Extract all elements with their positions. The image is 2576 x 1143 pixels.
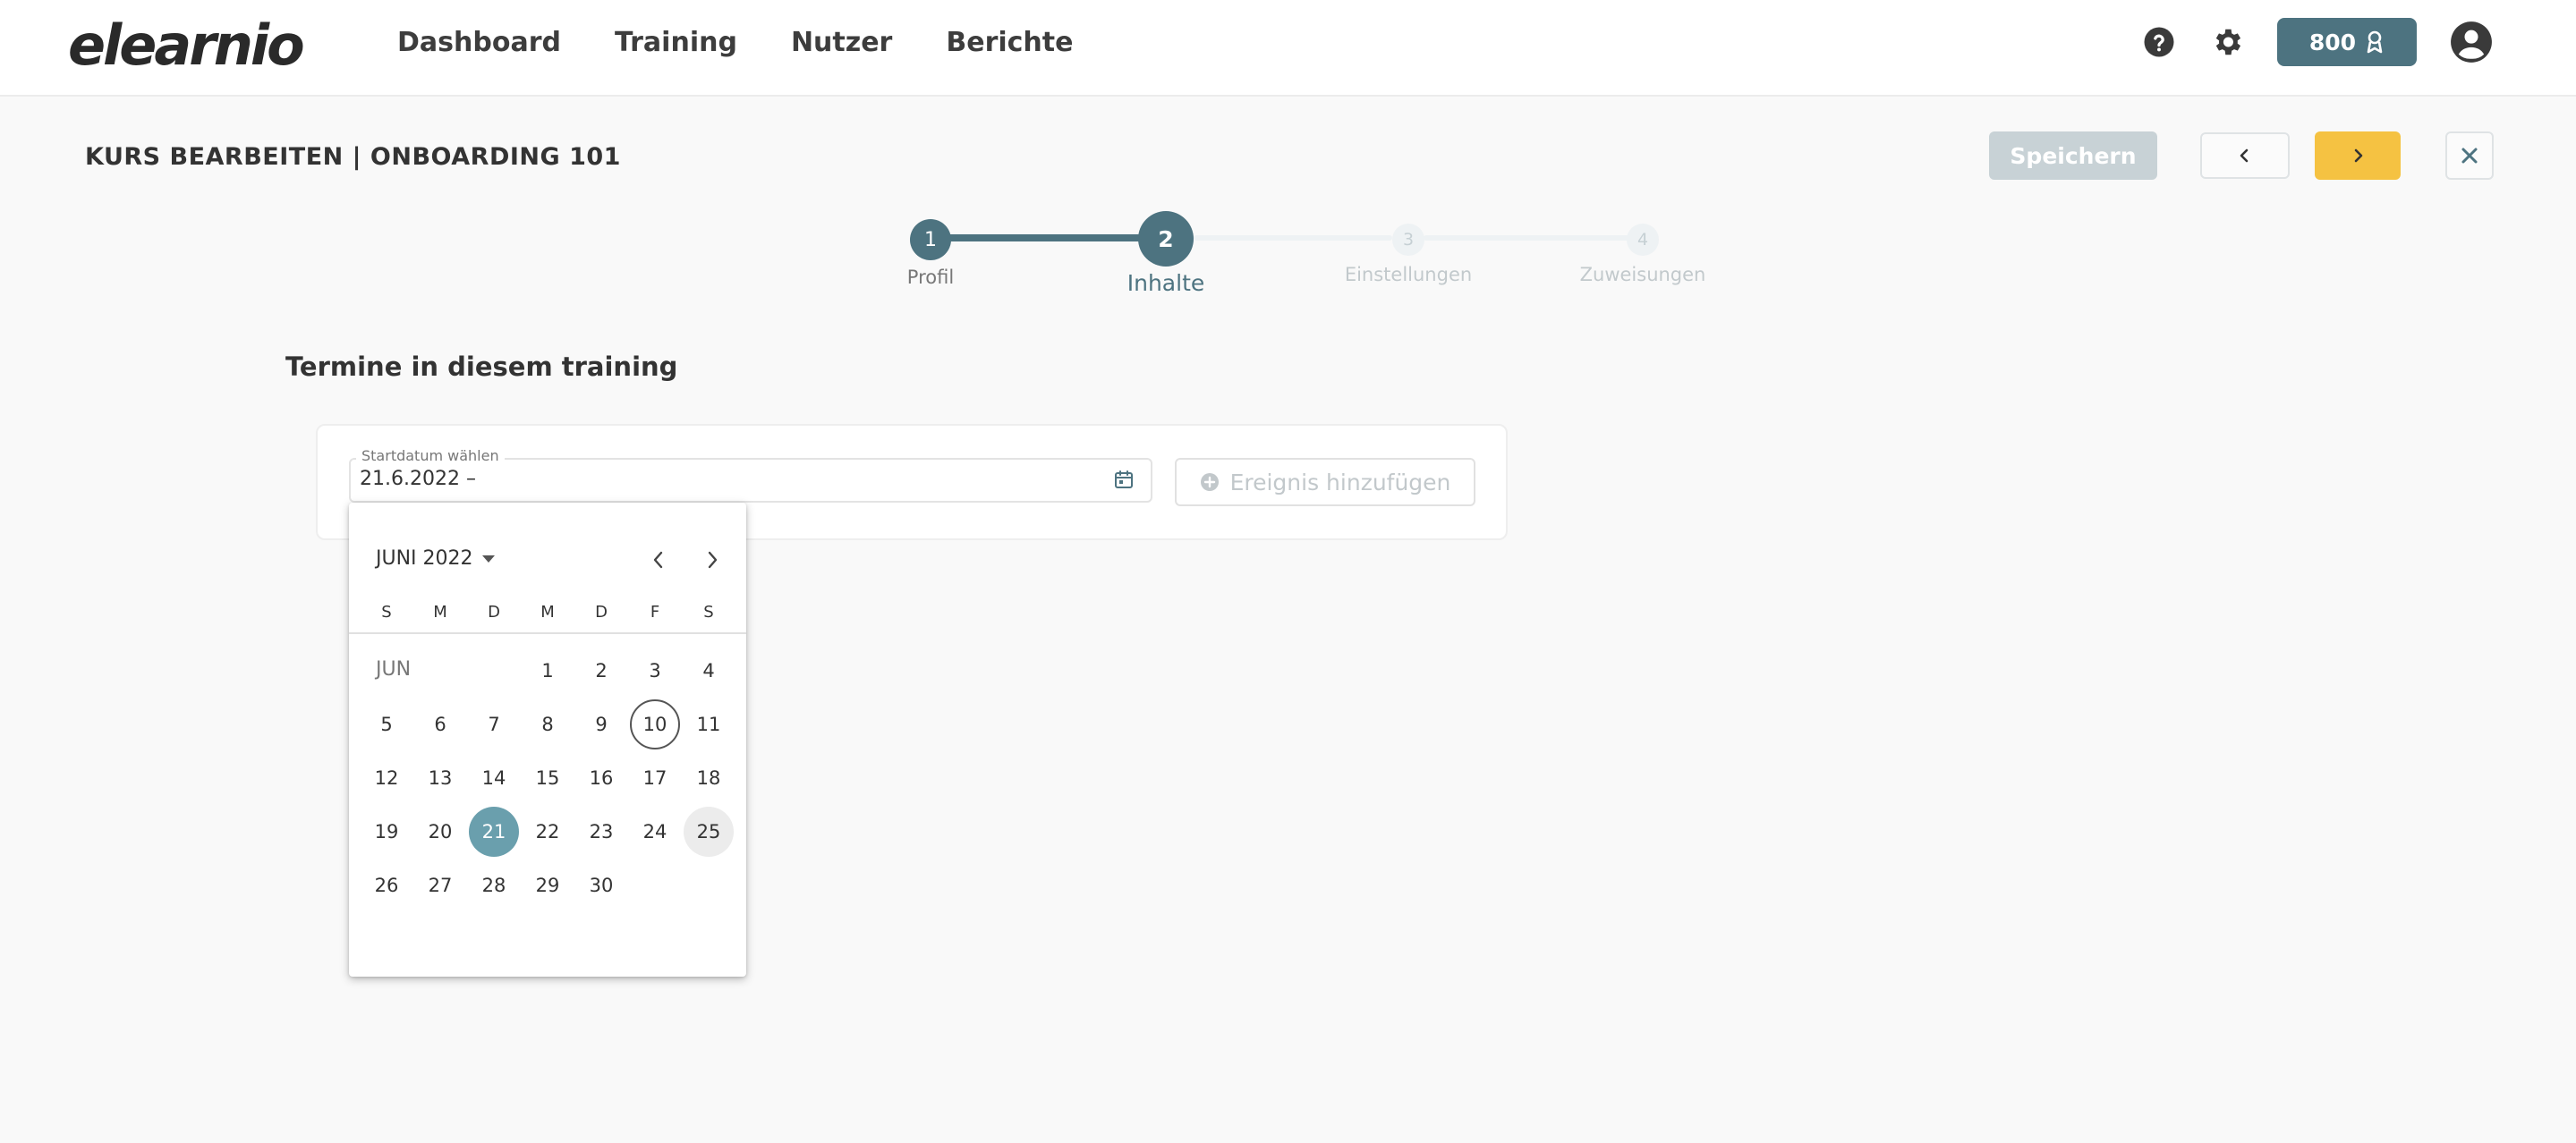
calendar-day[interactable]: 24 xyxy=(630,807,680,857)
logo[interactable]: elearnio xyxy=(68,13,305,78)
chevron-left-icon xyxy=(653,551,663,569)
calendar-day[interactable]: 29 xyxy=(523,860,573,910)
caret-down-icon xyxy=(481,555,495,563)
calendar-day[interactable]: 25 xyxy=(684,807,734,857)
datepicker-popup: JUNI 2022 SMDMDFS JUN 1 2 3 4 5 6 7 8 9 10 11 12 13 1… xyxy=(349,503,746,977)
add-circle-icon xyxy=(1200,473,1219,491)
step-2-label: Inhalte xyxy=(1126,270,1205,296)
calendar-day[interactable]: 9 xyxy=(576,699,626,749)
calendar-day[interactable]: 19 xyxy=(361,807,412,857)
weekday-label: D xyxy=(488,603,500,622)
page-actions: Speichern xyxy=(1989,131,2494,180)
step-4-circle[interactable]: 4 xyxy=(1627,224,1659,256)
calendar-day[interactable]: 11 xyxy=(684,699,734,749)
user-avatar-icon[interactable] xyxy=(2449,20,2494,64)
gear-icon[interactable] xyxy=(2209,24,2245,60)
calendar-day[interactable]: 10 xyxy=(630,699,680,749)
step-1-circle[interactable]: 1 xyxy=(910,219,951,260)
nav-item-nutzer[interactable]: Nutzer xyxy=(791,27,892,58)
calendar-day[interactable]: 17 xyxy=(630,753,680,803)
previous-month-button[interactable] xyxy=(641,542,676,578)
nav-item-dashboard[interactable]: Dashboard xyxy=(397,27,561,58)
weekday-label: M xyxy=(540,603,555,622)
calendar-day[interactable]: 26 xyxy=(361,860,412,910)
stepper-line-3-4 xyxy=(1424,235,1635,241)
next-month-button[interactable] xyxy=(694,542,730,578)
calendar-day[interactable]: 21 xyxy=(469,807,519,857)
points-value: 800 xyxy=(2308,29,2356,55)
step-2-circle[interactable]: 2 xyxy=(1138,211,1194,267)
calendar-day[interactable]: 14 xyxy=(469,753,519,803)
start-date-value: 21.6.2022 – xyxy=(360,468,476,490)
points-badge[interactable]: 800 xyxy=(2276,18,2417,66)
top-right-actions: 800 xyxy=(2141,18,2494,66)
next-button[interactable] xyxy=(2315,131,2401,180)
calendar-day[interactable]: 20 xyxy=(415,807,465,857)
start-date-label: Startdatum wählen xyxy=(356,447,505,464)
section-title: Termine in diesem training xyxy=(285,351,678,382)
step-1-label: Profil xyxy=(906,267,955,288)
weekday-label: M xyxy=(433,603,447,622)
calendar-icon[interactable] xyxy=(1113,469,1135,490)
calendar-day[interactable]: 4 xyxy=(684,646,734,696)
calendar-day[interactable]: 16 xyxy=(576,753,626,803)
chevron-left-icon xyxy=(2240,148,2249,163)
step-3-circle[interactable]: 3 xyxy=(1392,224,1424,256)
calendar-day[interactable]: 12 xyxy=(361,753,412,803)
nav-item-training[interactable]: Training xyxy=(615,27,737,58)
calendar-day[interactable]: 23 xyxy=(576,807,626,857)
help-icon[interactable] xyxy=(2141,24,2177,60)
nav-item-berichte[interactable]: Berichte xyxy=(946,27,1073,58)
calendar-day[interactable]: 27 xyxy=(415,860,465,910)
page-title: KURS BEARBEITEN | ONBOARDING 101 xyxy=(85,143,621,171)
weekday-label: F xyxy=(650,603,660,622)
calendar-day[interactable]: 15 xyxy=(523,753,573,803)
step-4-label: Zuweisungen xyxy=(1579,264,1706,285)
weekday-label: D xyxy=(595,603,608,622)
calendar-day[interactable]: 1 xyxy=(523,646,573,696)
add-event-label: Ereignis hinzufügen xyxy=(1229,469,1451,495)
calendar-day[interactable]: 13 xyxy=(415,753,465,803)
main-nav: Dashboard Training Nutzer Berichte xyxy=(397,27,1073,58)
stepper-line-1-2 xyxy=(931,234,1159,241)
calendar-day[interactable]: 5 xyxy=(361,699,412,749)
previous-button[interactable] xyxy=(2200,132,2290,179)
calendar-day[interactable]: 8 xyxy=(523,699,573,749)
month-year-label: JUNI 2022 xyxy=(376,547,473,570)
weekday-divider xyxy=(349,632,746,634)
calendar-day[interactable]: 3 xyxy=(630,646,680,696)
month-year-selector[interactable]: JUNI 2022 xyxy=(376,547,495,570)
weekday-label: S xyxy=(381,603,392,622)
calendar-day[interactable]: 28 xyxy=(469,860,519,910)
weekday-label: S xyxy=(703,603,714,622)
calendar-day[interactable]: 18 xyxy=(684,753,734,803)
calendar-day[interactable]: 6 xyxy=(415,699,465,749)
calendar-day[interactable]: 2 xyxy=(576,646,626,696)
medal-icon xyxy=(2367,30,2383,54)
calendar-day[interactable]: 30 xyxy=(576,860,626,910)
weekday-header: SMDMDFS xyxy=(349,603,746,630)
chevron-right-icon xyxy=(708,551,718,569)
month-short-label: JUN xyxy=(376,658,412,681)
stepper-line-2-3 xyxy=(1194,235,1392,241)
add-event-button[interactable]: Ereignis hinzufügen xyxy=(1175,458,1475,506)
close-icon xyxy=(2461,148,2478,164)
calendar-day[interactable]: 7 xyxy=(469,699,519,749)
close-button[interactable] xyxy=(2445,131,2494,180)
calendar-day[interactable]: 22 xyxy=(523,807,573,857)
step-3-label: Einstellungen xyxy=(1344,264,1473,285)
save-button[interactable]: Speichern xyxy=(1989,131,2157,180)
top-bar: elearnio Dashboard Training Nutzer Beric… xyxy=(0,0,2576,97)
chevron-right-icon xyxy=(2354,148,2363,163)
